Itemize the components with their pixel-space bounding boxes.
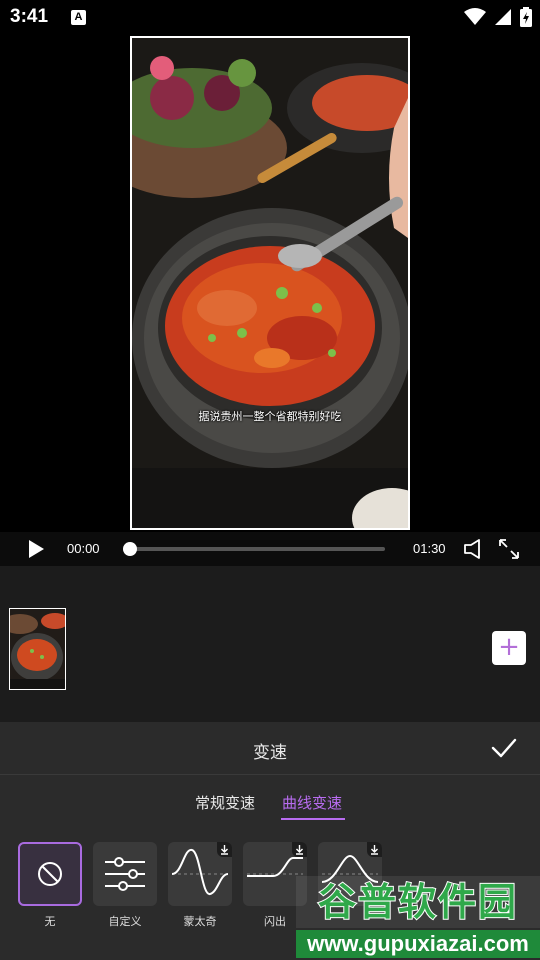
watermark-title: 谷普软件园 (296, 876, 540, 928)
preset-montage-label: 蒙太奇 (183, 915, 217, 928)
preset-custom[interactable]: 自定义 (93, 842, 157, 929)
add-clip-button[interactable]: + (492, 631, 526, 665)
preset-none[interactable]: 无 (18, 842, 82, 929)
seek-thumb[interactable] (123, 542, 137, 556)
sliders-icon (105, 857, 145, 891)
preset-custom-label: 自定义 (108, 915, 142, 928)
player-controls: 00:00 01:30 (0, 532, 540, 566)
status-bar: 3:41 A (0, 0, 540, 36)
battery-charging-icon (520, 7, 532, 27)
download-badge (292, 842, 307, 857)
download-icon (371, 845, 378, 855)
wifi-icon (464, 8, 486, 25)
preset-none-label: 无 (44, 915, 56, 928)
clip-thumbnail[interactable] (9, 608, 66, 690)
play-icon[interactable] (26, 539, 46, 559)
speed-tabs: 常规变速 曲线变速 (0, 790, 540, 822)
video-preview: 据说贵州一整个省都特别好吃 (0, 36, 540, 532)
notification-badge-icon: A (71, 10, 86, 25)
preset-custom-box[interactable] (93, 842, 157, 906)
site-watermark: 谷普软件园 www.gupuxiazai.com (296, 876, 540, 960)
panel-header: 变速 (0, 722, 540, 775)
status-time: 3:41 (10, 6, 49, 27)
seek-bar[interactable] (128, 547, 385, 551)
download-icon (221, 845, 228, 855)
food-image (132, 38, 408, 528)
download-badge (367, 842, 382, 857)
confirm-check-icon[interactable] (490, 736, 518, 760)
video-subtitle: 据说贵州一整个省都特别好吃 (198, 410, 342, 423)
total-time: 01:30 (413, 541, 446, 556)
clip-thumbnail-image (10, 609, 65, 689)
preset-montage-box[interactable] (168, 842, 232, 906)
preset-montage[interactable]: 蒙太奇 (168, 842, 232, 929)
video-frame[interactable]: 据说贵州一整个省都特别好吃 (130, 36, 410, 530)
download-icon (296, 845, 303, 855)
status-icons (464, 7, 532, 27)
active-tab-indicator (281, 818, 345, 820)
tab-curve-speed[interactable]: 曲线变速 (282, 792, 342, 813)
preset-none-box[interactable] (18, 842, 82, 906)
none-icon (38, 862, 62, 886)
download-badge (217, 842, 232, 857)
cell-signal-icon (495, 9, 511, 25)
volume-icon[interactable] (463, 538, 487, 560)
tab-normal-speed[interactable]: 常规变速 (195, 792, 255, 813)
watermark-url: www.gupuxiazai.com (296, 930, 540, 958)
fullscreen-icon[interactable] (498, 538, 520, 560)
clip-timeline: + (0, 566, 540, 722)
current-time: 00:00 (67, 541, 100, 556)
panel-title: 变速 (253, 743, 287, 763)
